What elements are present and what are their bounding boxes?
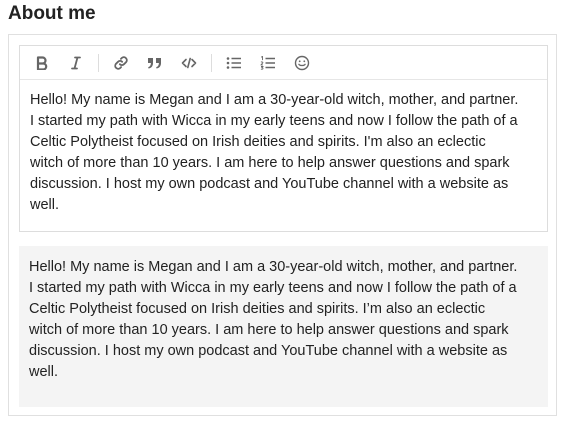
- bold-button[interactable]: [28, 50, 56, 76]
- code-button[interactable]: [175, 50, 203, 76]
- link-icon: [114, 55, 128, 70]
- emoji-icon: [294, 55, 310, 70]
- link-button[interactable]: [107, 50, 135, 76]
- about-me-preview: Hello! My name is Megan and I am a 30-ye…: [19, 246, 548, 407]
- italic-button[interactable]: [62, 50, 90, 76]
- numbered-list-button[interactable]: [254, 50, 282, 76]
- about-me-panel: Hello! My name is Megan and I am a 30-ye…: [8, 34, 557, 416]
- bullet-list-icon: [226, 56, 241, 69]
- code-icon: [181, 57, 197, 68]
- bullet-list-button[interactable]: [220, 50, 248, 76]
- emoji-button[interactable]: [288, 50, 316, 76]
- quote-button[interactable]: [141, 50, 169, 76]
- italic-icon: [71, 56, 81, 69]
- section-heading: About me: [8, 3, 96, 24]
- toolbar-separator: [98, 53, 99, 72]
- markdown-editor: Hello! My name is Megan and I am a 30-ye…: [19, 45, 548, 232]
- quote-icon: [148, 57, 161, 68]
- editor-toolbar: [20, 46, 547, 80]
- numbered-list-icon: [260, 55, 275, 70]
- bold-icon: [36, 55, 48, 70]
- toolbar-separator: [211, 53, 212, 72]
- about-me-textarea[interactable]: Hello! My name is Megan and I am a 30-ye…: [20, 80, 547, 216]
